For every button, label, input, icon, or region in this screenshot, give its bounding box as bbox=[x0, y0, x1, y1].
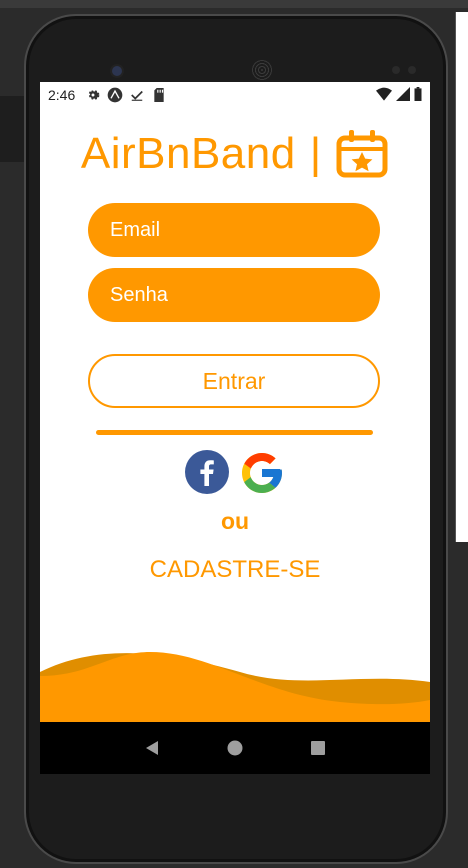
password-field[interactable]: Senha bbox=[88, 268, 380, 322]
wifi-icon bbox=[376, 87, 392, 104]
enter-button[interactable]: Entrar bbox=[88, 354, 380, 408]
email-placeholder: Email bbox=[110, 218, 161, 241]
status-time: 2:46 bbox=[48, 87, 76, 103]
desktop-top-strip bbox=[0, 0, 468, 8]
or-label: ou bbox=[220, 508, 250, 534]
password-placeholder: Senha bbox=[110, 283, 168, 306]
status-notification-icons bbox=[85, 87, 167, 103]
app-title-text: AirBnBand bbox=[80, 129, 296, 178]
email-field[interactable]: Email bbox=[88, 203, 380, 257]
decorative-waves bbox=[40, 652, 430, 722]
divider bbox=[96, 430, 373, 435]
expo-app-icon bbox=[107, 87, 123, 103]
desktop-right-panel bbox=[455, 12, 468, 542]
sd-card-icon bbox=[151, 87, 167, 103]
back-icon[interactable] bbox=[142, 738, 162, 758]
status-bar: 2:46 bbox=[40, 82, 430, 108]
status-system-icons bbox=[376, 87, 422, 104]
signup-link[interactable]: CADASTRE-SE bbox=[40, 556, 430, 584]
android-nav-bar bbox=[40, 722, 430, 774]
earpiece-speaker bbox=[252, 60, 272, 80]
calendar-star-icon bbox=[335, 129, 389, 179]
app-title-separator: | bbox=[309, 129, 322, 178]
app-title: AirBnBand | bbox=[40, 126, 430, 182]
recents-icon[interactable] bbox=[308, 738, 328, 758]
google-icon[interactable] bbox=[238, 449, 286, 497]
app-screen: 2:46 AirBnBand | Email Senha Entrar ou C… bbox=[40, 82, 430, 722]
cell-signal-icon bbox=[396, 87, 410, 104]
enter-button-label: Entrar bbox=[202, 367, 266, 394]
proximity-sensor bbox=[392, 66, 400, 74]
battery-icon bbox=[414, 87, 422, 104]
home-icon[interactable] bbox=[225, 738, 245, 758]
front-camera bbox=[112, 66, 122, 76]
social-login-row bbox=[40, 449, 430, 497]
settings-gear-icon bbox=[85, 87, 101, 103]
facebook-icon[interactable] bbox=[184, 449, 230, 497]
light-sensor bbox=[408, 66, 416, 74]
download-done-icon bbox=[129, 87, 145, 103]
